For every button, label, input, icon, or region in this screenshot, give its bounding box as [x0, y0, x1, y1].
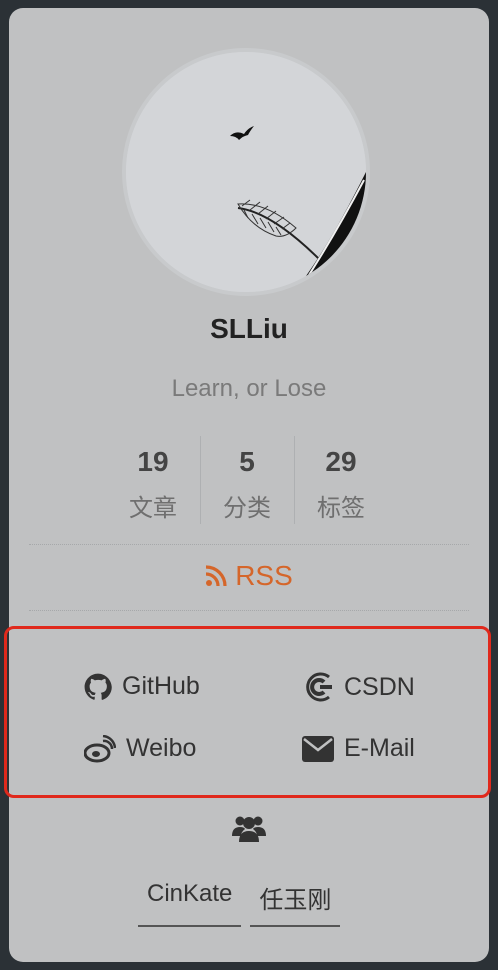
email-link[interactable]: E-Mail [302, 734, 415, 763]
friend-links: CinKate 任玉刚 [138, 874, 341, 927]
weibo-icon [84, 734, 116, 762]
stat-tags-label: 标签 [317, 495, 365, 522]
stat-categories[interactable]: 5 分类 [200, 436, 294, 524]
author-motto: Learn, or Lose [171, 375, 327, 402]
social-links-highlight [4, 626, 491, 798]
rss-icon [206, 565, 227, 587]
divider [29, 610, 469, 611]
divider [29, 544, 469, 545]
friends-section-icon [232, 814, 266, 847]
stat-posts-label: 文章 [129, 495, 177, 522]
csdn-label: CSDN [344, 672, 415, 701]
avatar-image [126, 52, 366, 292]
stat-tags[interactable]: 29 标签 [294, 436, 388, 524]
github-icon [84, 673, 112, 700]
friend-link[interactable]: 任玉刚 [250, 874, 341, 927]
users-icon [232, 816, 266, 842]
site-stats: 19 文章 5 分类 29 标签 [106, 436, 390, 524]
email-label: E-Mail [344, 734, 415, 762]
envelope-icon [302, 735, 334, 762]
rss-link[interactable]: RSS [205, 560, 293, 592]
weibo-link[interactable]: Weibo [84, 734, 196, 763]
weibo-label: Weibo [126, 734, 197, 762]
github-label: GitHub [122, 672, 200, 700]
stat-categories-count: 5 [239, 446, 255, 477]
stat-posts[interactable]: 19 文章 [106, 436, 200, 524]
stat-tags-count: 29 [325, 446, 357, 477]
rss-row: RSS [9, 560, 489, 594]
csdn-icon [306, 672, 332, 702]
stat-categories-label: 分类 [223, 495, 271, 522]
avatar [122, 48, 370, 296]
github-link[interactable]: GitHub [84, 672, 200, 701]
rss-label: RSS [235, 560, 293, 591]
friend-link[interactable]: CinKate [138, 874, 242, 927]
csdn-link[interactable]: CSDN [302, 672, 415, 702]
stat-posts-count: 19 [137, 446, 169, 477]
author-name: SLLiu [210, 313, 288, 344]
sidebar-profile-card: SLLiu Learn, or Lose 19 文章 5 分类 29 标签 RS… [4, 8, 491, 962]
